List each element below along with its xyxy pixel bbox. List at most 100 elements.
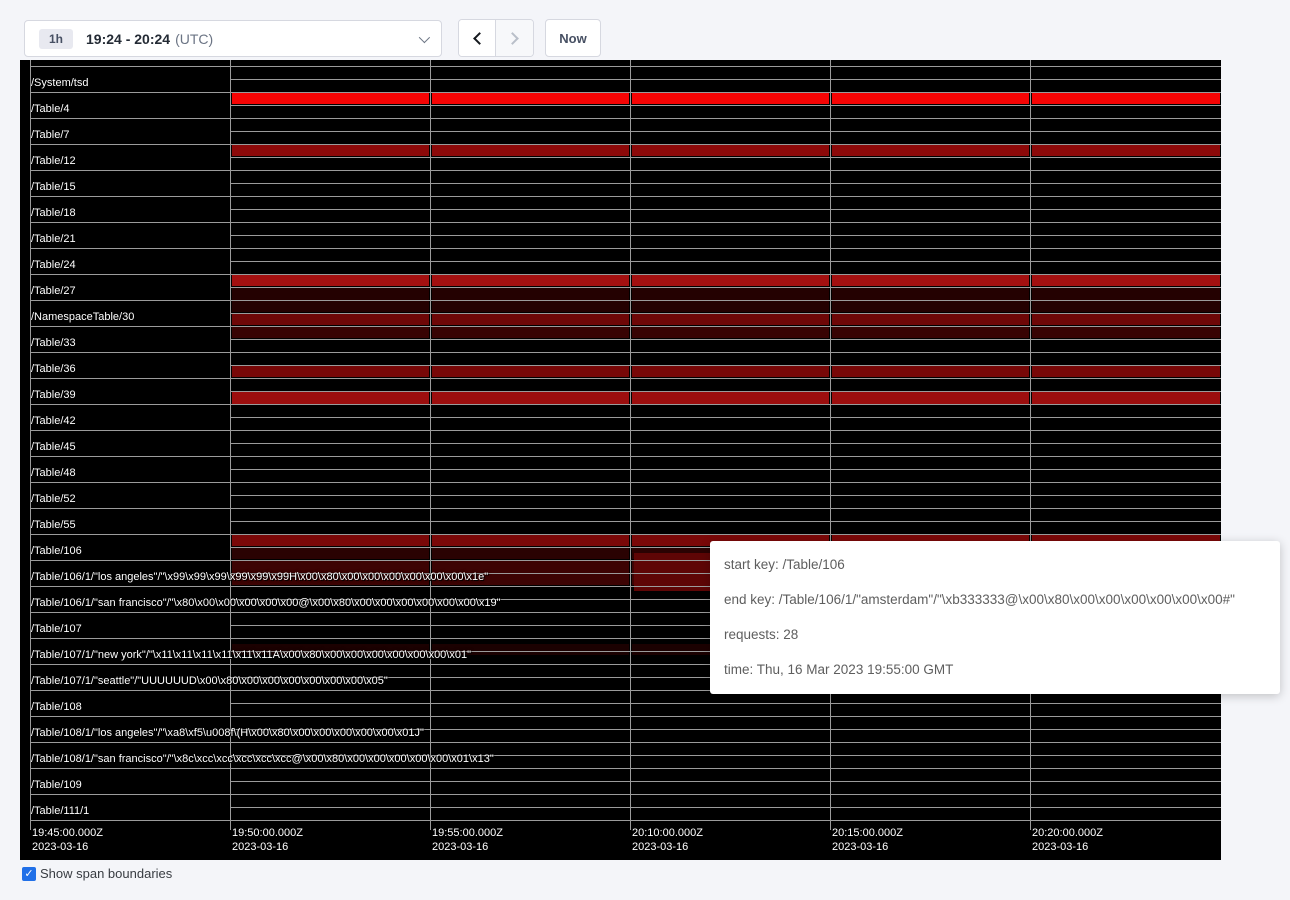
heat-band[interactable] <box>232 392 429 404</box>
span-boundary-subline <box>230 781 1221 782</box>
next-time-button[interactable] <box>496 20 533 56</box>
axis-tick-label: 19:45:00.000Z <box>32 826 103 840</box>
time-zone-label: (UTC) <box>175 31 213 47</box>
axis-tick-label: 20:10:00.000Z <box>632 826 703 840</box>
span-boundary-subline <box>230 183 1221 184</box>
heat-band[interactable] <box>632 326 829 338</box>
row-label: /Table/36 <box>31 363 76 376</box>
heat-band[interactable] <box>1032 144 1220 156</box>
span-boundary-subline <box>230 287 1221 288</box>
heat-band[interactable] <box>632 144 829 156</box>
chevron-left-icon <box>473 32 486 45</box>
heat-band[interactable] <box>832 274 1029 286</box>
row-label: /Table/42 <box>31 415 76 428</box>
span-boundary-subline <box>230 261 1221 262</box>
span-tooltip: start key: /Table/106 end key: /Table/10… <box>710 541 1280 694</box>
heat-band[interactable] <box>832 326 1029 338</box>
span-boundary-line <box>30 430 1221 431</box>
span-boundary-line <box>30 820 1221 821</box>
row-label: /Table/108 <box>31 701 82 714</box>
span-boundary-subline <box>230 469 1221 470</box>
span-boundary-line <box>30 378 1221 379</box>
heat-band[interactable] <box>832 92 1029 104</box>
tooltip-requests: requests: 28 <box>724 627 1266 642</box>
row-label: /Table/15 <box>31 181 76 194</box>
heat-band[interactable] <box>1032 313 1220 325</box>
span-boundary-line <box>30 534 1221 535</box>
heat-band[interactable] <box>432 547 629 559</box>
row-label: /Table/21 <box>31 233 76 246</box>
heat-band[interactable] <box>832 365 1029 377</box>
heat-band[interactable] <box>232 313 429 325</box>
heat-band[interactable] <box>232 326 429 338</box>
heat-band[interactable] <box>832 144 1029 156</box>
heat-band[interactable] <box>432 392 629 404</box>
heat-band[interactable] <box>1032 92 1220 104</box>
heat-band[interactable] <box>1032 392 1220 404</box>
row-label: /Table/107/1/"new york"/"\x11\x11\x11\x1… <box>31 649 471 662</box>
span-boundary-subline <box>230 209 1221 210</box>
time-gridline <box>630 60 631 830</box>
time-nav-group <box>458 19 534 57</box>
heat-band[interactable] <box>232 534 429 546</box>
heat-band[interactable] <box>432 92 629 104</box>
heat-band[interactable] <box>232 365 429 377</box>
prev-time-button[interactable] <box>459 20 496 56</box>
heat-band[interactable] <box>1032 365 1220 377</box>
heat-band[interactable] <box>232 92 429 104</box>
span-boundary-subline <box>230 313 1221 314</box>
heat-band[interactable] <box>232 547 429 559</box>
axis-date-label: 2023-03-16 <box>232 840 288 854</box>
key-visualizer-page: 1h 19:24 - 20:24 (UTC) Now /System/tsd/T… <box>0 0 1290 900</box>
row-label: /Table/106/1/"los angeles"/"\x99\x99\x99… <box>31 571 488 584</box>
heat-band[interactable] <box>632 313 829 325</box>
time-range-select[interactable]: 1h 19:24 - 20:24 (UTC) <box>24 20 442 57</box>
key-visualizer-heatmap[interactable]: /System/tsd/Table/4/Table/7/Table/12/Tab… <box>20 60 1221 860</box>
heat-band[interactable] <box>632 92 829 104</box>
span-boundary-line <box>30 742 1221 743</box>
heat-band[interactable] <box>632 274 829 286</box>
span-boundary-line <box>30 196 1221 197</box>
heat-band[interactable] <box>432 365 629 377</box>
span-boundary-line <box>30 66 1221 67</box>
span-boundary-line <box>30 118 1221 119</box>
heat-band[interactable] <box>632 392 829 404</box>
row-label: /Table/108/1/"san francisco"/"\x8c\xcc\x… <box>31 753 494 766</box>
span-boundary-line <box>30 92 1221 93</box>
heat-band[interactable] <box>432 274 629 286</box>
heat-band[interactable] <box>832 392 1029 404</box>
heat-band[interactable] <box>632 365 829 377</box>
row-label: /Table/107/1/"seattle"/"UUUUUUD\x00\x80\… <box>31 675 388 688</box>
time-gridline <box>230 60 231 830</box>
heat-band[interactable] <box>432 313 629 325</box>
span-boundary-subline <box>230 521 1221 522</box>
span-boundary-line <box>30 274 1221 275</box>
time-range-label: 19:24 - 20:24 <box>86 31 170 47</box>
row-label: /Table/48 <box>31 467 76 480</box>
chevron-down-icon <box>419 31 430 42</box>
duration-badge: 1h <box>39 29 73 49</box>
heat-band[interactable] <box>432 144 629 156</box>
chevron-right-icon <box>506 32 519 45</box>
span-boundary-line <box>30 508 1221 509</box>
heat-band[interactable] <box>232 144 429 156</box>
span-boundary-subline <box>230 131 1221 132</box>
span-boundary-subline <box>230 339 1221 340</box>
heat-band[interactable] <box>1032 274 1220 286</box>
tooltip-time: time: Thu, 16 Mar 2023 19:55:00 GMT <box>724 662 1266 677</box>
axis-tick-label: 19:55:00.000Z <box>432 826 503 840</box>
heat-band[interactable] <box>432 326 629 338</box>
row-label: /NamespaceTable/30 <box>31 311 134 324</box>
span-boundary-subline <box>230 703 1221 704</box>
show-span-boundaries-checkbox[interactable]: ✓ <box>22 867 36 881</box>
heat-band[interactable] <box>432 534 629 546</box>
now-button[interactable]: Now <box>545 19 601 57</box>
span-boundary-line <box>30 716 1221 717</box>
axis-tick-label: 19:50:00.000Z <box>232 826 303 840</box>
heat-band[interactable] <box>1032 326 1220 338</box>
heat-band[interactable] <box>832 313 1029 325</box>
span-boundary-line <box>30 248 1221 249</box>
heat-band[interactable] <box>232 274 429 286</box>
row-label: /Table/107 <box>31 623 82 636</box>
span-boundary-subline <box>230 391 1221 392</box>
